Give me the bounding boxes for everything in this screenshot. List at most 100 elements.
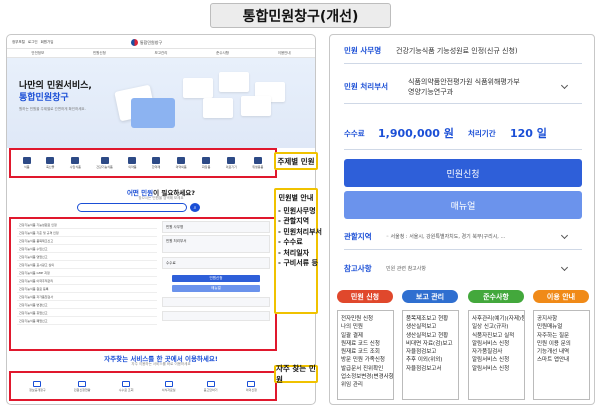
nav-item[interactable]: 민원신청 (93, 51, 106, 56)
category-apply-list: 전자민원 신청 나의 민원 일괄 결제 원재료 코드 신청 원재료 코드 조회 방문 민원… (337, 310, 394, 400)
portal-logo[interactable]: 통합민원창구 (131, 39, 162, 46)
table-row[interactable]: 건강기능식품 영업신고 (17, 253, 157, 261)
apply-button-mini[interactable]: 민원신청 (172, 275, 260, 282)
health-food-icon (100, 157, 109, 164)
search-input[interactable] (77, 203, 187, 212)
chevron-down-icon[interactable] (560, 263, 569, 272)
theme-item[interactable]: 의료기기 (226, 157, 237, 169)
category-link[interactable]: 원재료 코드 조회 (341, 348, 390, 356)
category-link[interactable]: 원재료 코드 신청 (341, 340, 390, 348)
category-link[interactable]: 알림서비스 신청 (472, 356, 521, 364)
category-link[interactable]: 식품자진보고 실적 (472, 332, 521, 340)
table-row[interactable]: 건강기능식품 수입신고 (17, 245, 157, 253)
category-apply[interactable]: 민원 신청 (337, 290, 393, 303)
dept-value: 영양기능연구과 (408, 88, 454, 96)
nav-item[interactable]: 이용안내 (278, 51, 291, 56)
theme-item[interactable]: 식품 (22, 157, 31, 169)
portal-screenshot-panel: 정부포털 로그인 회원가입 통합민원창구 안전정보 민원신청 보고관리 준수사항… (6, 34, 316, 405)
category-link[interactable]: 추후 이외(위외) (406, 356, 455, 364)
region-value: ◦ 서울청 : 서울시, 강원특별자치도, 경기 북부(구리시, ... (386, 234, 506, 240)
category-link[interactable]: 방문 민원 가족신청 (341, 356, 390, 364)
theme-item[interactable]: 한약재 (152, 157, 160, 169)
table-row[interactable]: 건강기능식품 GMP 지정 (17, 269, 157, 277)
chevron-down-icon[interactable] (560, 231, 569, 240)
top-link[interactable]: 정부포털 (12, 40, 25, 45)
table-row[interactable]: 건강기능식품 휴업신고 (17, 309, 157, 317)
qna-icon (206, 380, 215, 387)
table-row[interactable]: 건강기능식품 이력추적관리 (17, 277, 157, 285)
category-link[interactable]: 자율점검보고서 (406, 365, 455, 373)
detail-row (162, 297, 270, 307)
theme-item[interactable]: 의약외품 (176, 157, 187, 169)
category-link[interactable]: 위임 관리 (341, 381, 390, 389)
category-compliance-list: 사후관리(예기)(자제)등 일상 신고(규자) 식품자진보고 실적 알림서비스 신청 자… (468, 310, 525, 400)
frequent-item[interactable]: 민원신청현황 (74, 380, 90, 392)
detail-row: 민원 사무명 (162, 221, 270, 233)
category-guide[interactable]: 이용 안내 (533, 290, 589, 303)
table-row[interactable]: 건강기능식품 품목제조신고 (17, 237, 157, 245)
category-link[interactable]: 알림서비스 신청 (472, 365, 521, 373)
nav-item[interactable]: 안전정보 (31, 51, 44, 56)
category-compliance[interactable]: 준수사항 (468, 290, 524, 303)
table-row[interactable]: 건강기능식품 폐업신고 (17, 317, 157, 325)
table-row[interactable]: 건강기능식품 변경신고 (17, 301, 157, 309)
table-row[interactable]: 건강기능식품 원료 등록 (17, 285, 157, 293)
frequent-item[interactable]: 정보공개청구 (29, 380, 46, 392)
category-link[interactable]: 전자민원 신청 (341, 315, 390, 323)
category-link[interactable]: 기능개선 내역 (537, 348, 586, 356)
frequent-services-row: 정보공개청구 민원신청현황 수수료 조회 서식자료실 묻고답하기 이의신청 (9, 371, 277, 401)
frequent-item[interactable]: 묻고답하기 (204, 380, 218, 392)
theme-item[interactable]: 축산물 (46, 157, 54, 169)
category-link[interactable]: 일괄 결제 (341, 332, 390, 340)
hero-banner: 나만의 민원서비스, 통합민원창구 원하는 민원을 주제별로 간편하게 확인하세… (7, 58, 315, 148)
category-link[interactable]: 발급문서 진위확인 (341, 365, 390, 373)
category-link[interactable]: 공지사항 (537, 315, 586, 323)
nav-item[interactable]: 보고관리 (155, 51, 168, 56)
category-link[interactable]: 자가품질검사 (472, 348, 521, 356)
category-link[interactable]: 생산실적보고 현황 (406, 332, 455, 340)
category-link[interactable]: 민원 이용 문의 (537, 340, 586, 348)
name-label: 민원 사무명 (344, 46, 382, 55)
category-link[interactable]: 사후관리(예기)(자제)등 (472, 315, 524, 323)
food-icon (22, 157, 31, 164)
category-link[interactable]: 비대면 자료(검)보고 (406, 340, 455, 348)
reference-label: 참고사항 (344, 264, 372, 273)
category-link[interactable]: 품목제조보고 현황 (406, 315, 455, 323)
apply-button[interactable]: 민원신청 (344, 159, 582, 187)
appeal-icon (247, 380, 256, 387)
category-report[interactable]: 보고 관리 (402, 290, 458, 303)
category-link[interactable]: 알림서비스 신청 (472, 340, 521, 348)
theme-item[interactable]: 건강기능식품 (96, 157, 113, 169)
manual-button-mini[interactable]: 매뉴얼 (172, 285, 260, 292)
top-link[interactable]: 회원가입 (41, 40, 54, 45)
top-link[interactable]: 로그인 (28, 40, 38, 45)
category-link[interactable]: 자율점검보고 (406, 348, 455, 356)
category-link[interactable]: 스마트 앱안내 (537, 356, 586, 364)
document-icon (33, 380, 42, 387)
theme-item[interactable]: 의약품 (128, 157, 137, 169)
top-bar: 정부포털 로그인 회원가입 통합민원창구 (7, 35, 315, 49)
nav-item[interactable]: 준수사항 (216, 51, 229, 56)
category-link[interactable]: 업소정보변경(변경사항) (341, 373, 393, 381)
category-link[interactable]: 민원매뉴얼 (537, 323, 586, 331)
category-link[interactable]: 나의 민원 (341, 323, 390, 331)
frequent-services-subtitle: 자주 이용하는 서비스를 바로 이용하세요 (131, 362, 191, 366)
detail-row (162, 311, 270, 321)
table-row[interactable]: 건강기능식품 자가품질검사 (17, 293, 157, 301)
frequent-item[interactable]: 이의신청 (246, 380, 257, 392)
table-row[interactable]: 건강기능식품 기능성원료 인정 (17, 221, 157, 229)
table-row[interactable]: 건강기능식품 기준 및 규격 인정 (17, 229, 157, 237)
frequent-item[interactable]: 수수료 조회 (119, 380, 133, 392)
chevron-down-icon[interactable] (560, 81, 569, 90)
theme-item[interactable]: 위생용품 (252, 157, 263, 169)
theme-item[interactable]: 화장품 (202, 157, 210, 169)
category-link[interactable]: 일상 신고(규자) (472, 323, 521, 331)
frequent-item[interactable]: 서식자료실 (162, 380, 176, 392)
category-link[interactable]: 생산실적보고 (406, 323, 455, 331)
category-link[interactable]: 자주하는 질문 (537, 332, 586, 340)
theme-item[interactable]: 수입식품 (70, 157, 81, 169)
table-row[interactable]: 건강기능식품 표시광고 심의 (17, 261, 157, 269)
category-report-list: 품목제조보고 현황 생산실적보고 생산실적보고 현황 비대면 자료(검)보고 자율점검보… (402, 310, 459, 400)
search-icon[interactable]: ⌕ (190, 203, 200, 212)
manual-button[interactable]: 매뉴얼 (344, 191, 582, 219)
